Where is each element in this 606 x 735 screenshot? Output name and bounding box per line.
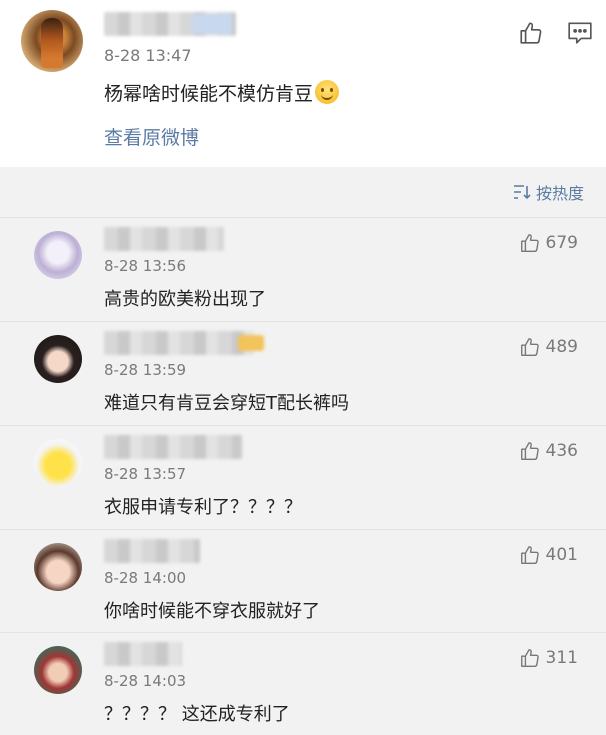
like-count: 489 <box>545 337 578 357</box>
comment-item: 8-28 13:59 难道只有肯豆会穿短T配长裤吗 489 <box>0 321 606 425</box>
post-author-avatar[interactable] <box>21 10 83 72</box>
comment-like-button[interactable]: 401 <box>519 544 578 566</box>
comment-sort-bar: 按热度 <box>0 167 606 217</box>
commenter-name-redacted[interactable] <box>104 539 200 563</box>
original-post: 8-28 13:47 杨幂啥时候能不模仿肯豆 查看原微博 <box>0 0 606 167</box>
like-count: 401 <box>545 545 578 565</box>
commenter-avatar[interactable] <box>34 439 82 487</box>
thumbs-up-icon <box>520 234 539 252</box>
comment-time: 8-28 13:56 <box>104 257 187 275</box>
post-time: 8-28 13:47 <box>104 46 192 65</box>
post-content-text: 杨幂啥时候能不模仿肯豆 <box>104 83 314 105</box>
commenter-name-redacted[interactable] <box>104 331 264 355</box>
commenter-name-redacted[interactable] <box>104 435 242 459</box>
commenter-avatar[interactable] <box>34 543 82 591</box>
post-author-name-redacted[interactable] <box>104 12 236 36</box>
thumbs-up-icon <box>520 546 539 564</box>
commenter-avatar[interactable] <box>34 231 82 279</box>
comment-item: 8-28 13:56 高贵的欧美粉出现了 679 <box>0 217 606 321</box>
commenter-avatar[interactable] <box>34 646 82 694</box>
comment-time: 8-28 13:57 <box>104 465 187 483</box>
comment-text: 难道只有肯豆会穿短T配长裤吗 <box>104 393 349 414</box>
comment-text: 衣服申请专利了？？？？ <box>104 497 302 518</box>
like-count: 311 <box>545 648 578 668</box>
comment-item: 8-28 14:03 ？？？？ 这还成专利了 311 <box>0 632 606 735</box>
comment-text: 你啥时候能不穿衣服就好了 <box>104 601 320 622</box>
comment-time: 8-28 14:03 <box>104 672 187 690</box>
view-original-post-link[interactable]: 查看原微博 <box>104 123 199 150</box>
thumbs-up-icon[interactable] <box>518 20 544 46</box>
comment-time: 8-28 13:59 <box>104 361 187 379</box>
commenter-name-redacted[interactable] <box>104 642 182 666</box>
comment-icon[interactable] <box>567 21 593 45</box>
like-count: 679 <box>545 233 578 253</box>
commenter-name-redacted[interactable] <box>104 227 224 251</box>
comment-item: 8-28 14:00 你啥时候能不穿衣服就好了 401 <box>0 529 606 633</box>
comment-like-button[interactable]: 436 <box>519 440 578 462</box>
sort-icon <box>513 185 531 200</box>
like-count: 436 <box>545 441 578 461</box>
thumbs-up-icon <box>520 649 539 667</box>
thumbs-up-icon <box>520 442 539 460</box>
comment-like-button[interactable]: 679 <box>519 232 578 254</box>
comment-like-button[interactable]: 489 <box>519 336 578 358</box>
comment-text: ？？？？ 这还成专利了 <box>104 704 290 725</box>
comment-time: 8-28 14:00 <box>104 569 187 587</box>
comment-item: 8-28 13:57 衣服申请专利了？？？？ 436 <box>0 425 606 529</box>
thumbs-up-icon <box>520 338 539 356</box>
smile-emoji-icon <box>315 80 340 104</box>
post-content: 杨幂啥时候能不模仿肯豆 <box>104 79 340 106</box>
sort-label: 按热度 <box>535 184 584 203</box>
comment-text: 高贵的欧美粉出现了 <box>104 289 266 310</box>
commenter-avatar[interactable] <box>34 335 82 383</box>
sort-by-hot-button[interactable]: 按热度 <box>513 180 584 204</box>
comment-like-button[interactable]: 311 <box>519 647 578 669</box>
